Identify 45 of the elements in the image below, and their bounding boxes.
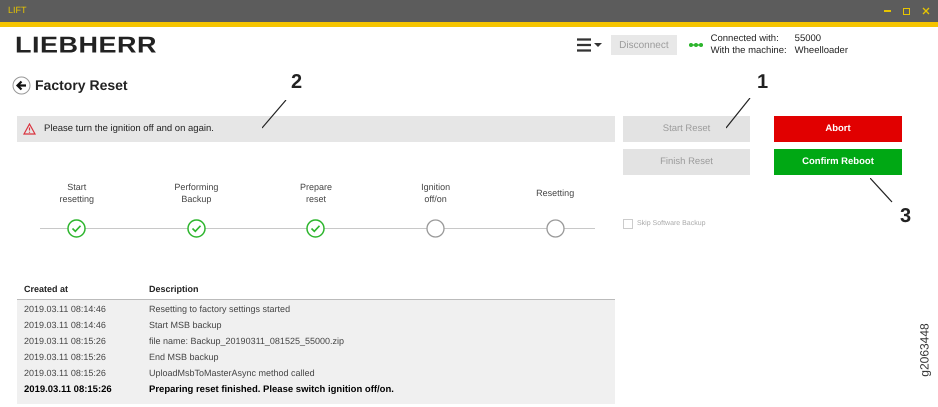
table-cell-text: 2019.03.11 08:15:26 bbox=[24, 351, 107, 364]
callout-number: 1 bbox=[757, 72, 768, 92]
page-title: Factory Reset bbox=[35, 76, 128, 95]
table-cell-text: Start MSB backup bbox=[149, 319, 223, 332]
leader-line bbox=[726, 98, 751, 129]
close-icon[interactable] bbox=[922, 7, 930, 15]
leader-line bbox=[262, 100, 287, 131]
warning-icon bbox=[23, 123, 36, 135]
step-label: Start resetting bbox=[58, 181, 96, 206]
callout-number: 3 bbox=[900, 206, 912, 226]
table-cell-text: 2019.03.11 08:14:46 bbox=[24, 319, 107, 332]
connected-label: Connected with: bbox=[710, 33, 780, 45]
step-label: Ignition off/on bbox=[420, 181, 452, 206]
figure-id: g2063448 bbox=[918, 323, 932, 377]
action-button[interactable]: Start Reset bbox=[623, 116, 750, 142]
disconnect-button[interactable]: Disconnect bbox=[611, 35, 677, 55]
window-title: LIFT bbox=[8, 4, 27, 18]
connected-value: 55000 bbox=[794, 33, 822, 45]
menu-icon[interactable] bbox=[577, 38, 604, 52]
logo: LIEBHERR bbox=[15, 34, 158, 56]
step-label: Prepare reset bbox=[298, 181, 333, 206]
action-button[interactable]: Abort bbox=[774, 116, 902, 142]
action-button[interactable]: Finish Reset bbox=[623, 149, 750, 175]
message-text: Please turn the ignition off and on again. bbox=[44, 122, 214, 136]
column-header: Description bbox=[149, 282, 200, 296]
table-cell-text: 2019.03.11 08:15:26 bbox=[24, 382, 113, 397]
action-button[interactable]: Confirm Reboot bbox=[774, 149, 902, 175]
callout-number: 2 bbox=[291, 72, 302, 92]
table-cell-text: Resetting to factory settings started bbox=[149, 303, 292, 316]
machine-label: With the machine: bbox=[710, 45, 787, 57]
step-label: Performing Backup bbox=[173, 181, 220, 206]
table-cell-text: Preparing reset finished. Please switch ignition off/on. bbox=[149, 382, 395, 397]
checkbox[interactable] bbox=[623, 219, 633, 230]
step-label: Resetting bbox=[535, 187, 576, 200]
table-cell-text: 2019.03.11 08:15:26 bbox=[24, 335, 107, 348]
machine-value: Wheelloader bbox=[794, 45, 848, 57]
connection-icon bbox=[688, 42, 703, 48]
table-cell-text: End MSB backup bbox=[149, 351, 220, 364]
column-header: Created at bbox=[24, 282, 70, 296]
table-cell-text: file name: Backup_20190311_081525_55000.zip bbox=[149, 335, 345, 348]
maximize-icon[interactable] bbox=[903, 8, 910, 14]
back-icon[interactable] bbox=[12, 76, 31, 95]
table-cell-text: 2019.03.11 08:14:46 bbox=[24, 303, 107, 316]
table-cell-text: 2019.03.11 08:15:26 bbox=[24, 367, 107, 380]
table-cell-text: UploadMsbToMasterAsync method called bbox=[149, 367, 316, 380]
